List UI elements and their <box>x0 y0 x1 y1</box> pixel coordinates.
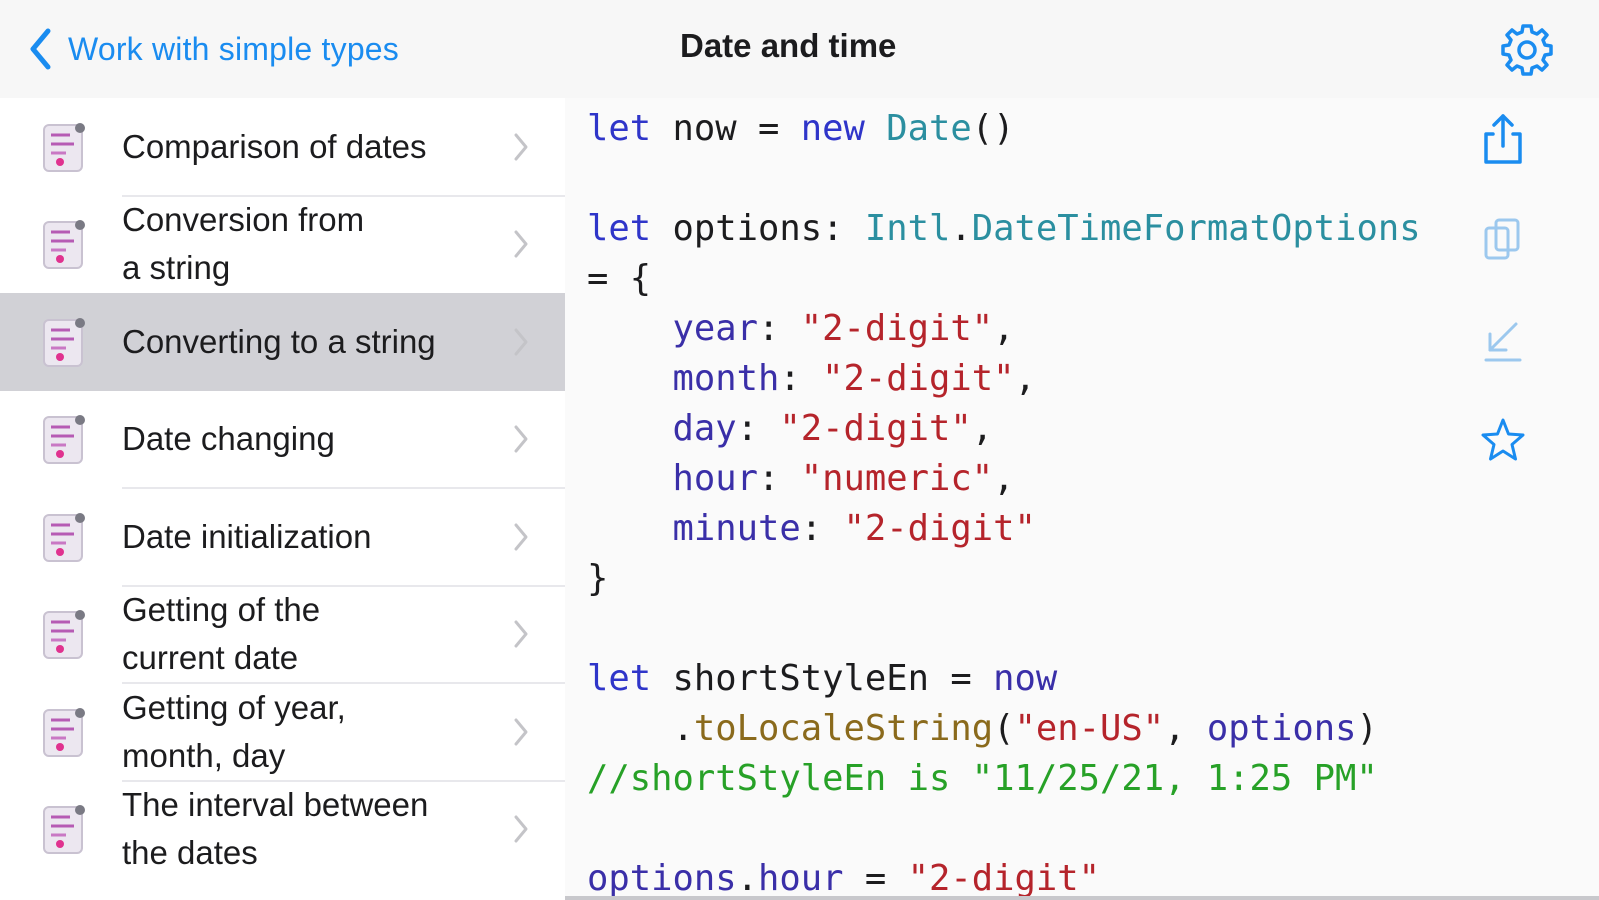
code-line: .toLocaleString("en-US", options) <box>587 708 1378 749</box>
chevron-right-icon <box>514 230 528 258</box>
star-icon[interactable] <box>1478 414 1528 468</box>
code-line: day: "2-digit", <box>672 408 994 449</box>
chevron-right-icon <box>514 718 528 746</box>
chevron-left-icon <box>30 28 51 70</box>
gear-icon[interactable] <box>1497 20 1557 80</box>
download-icon[interactable] <box>1478 314 1528 368</box>
code-line: let now = new Date() <box>587 108 1015 149</box>
topic-list: Comparison of dates Conversion from a str… <box>0 98 565 900</box>
share-icon[interactable] <box>1478 112 1528 166</box>
bottom-divider <box>565 896 1599 900</box>
code-file-icon <box>43 122 85 172</box>
code-line: = { <box>587 258 652 299</box>
list-item-label: Comparison of dates <box>122 127 427 165</box>
list-item-label: The interval between the dates <box>122 786 429 872</box>
code-file-icon <box>43 805 85 855</box>
list-item[interactable]: Date changing <box>0 391 565 489</box>
code-line: minute: "2-digit" <box>672 508 1036 549</box>
code-line: year: "2-digit", <box>672 308 1015 349</box>
list-item[interactable]: Conversion from a string <box>0 196 565 294</box>
code-line: //shortStyleEn is "11/25/21, 1:25 PM" <box>587 758 1378 799</box>
navigation-bar: Work with simple types Date and time <box>0 0 1599 98</box>
code-file-icon <box>43 512 85 562</box>
code-view[interactable]: let now = new Date() let options: Intl.D… <box>565 98 1599 900</box>
chevron-right-icon <box>514 328 528 356</box>
code-file-icon <box>43 610 85 660</box>
list-item[interactable]: The interval between the dates <box>0 781 565 879</box>
chevron-right-icon <box>514 133 528 161</box>
code-line: let options: Intl.DateTimeFormatOptions <box>587 208 1421 249</box>
code-line: let shortStyleEn = now <box>587 658 1058 699</box>
chevron-right-icon <box>514 815 528 843</box>
code-line: month: "2-digit", <box>672 358 1036 399</box>
list-item-label: Getting of year, month, day <box>122 688 346 774</box>
list-item[interactable]: Converting to a string <box>0 293 565 391</box>
code-file-icon <box>43 707 85 757</box>
list-item-label: Date changing <box>122 420 335 458</box>
code-text: let now = new Date() let options: Intl.D… <box>587 104 1421 900</box>
list-item-label: Date initialization <box>122 517 372 555</box>
code-file-icon <box>43 317 85 367</box>
list-item-label: Converting to a string <box>122 322 436 360</box>
page-title: Date and time <box>680 27 897 64</box>
code-line: hour: "numeric", <box>672 458 1015 499</box>
code-file-icon <box>43 415 85 465</box>
list-item[interactable]: Getting of year, month, day <box>0 683 565 781</box>
list-item[interactable]: Date initialization <box>0 488 565 586</box>
list-item[interactable]: Comparison of dates <box>0 98 565 196</box>
back-button-label: Work with simple types <box>68 30 400 67</box>
code-line: } <box>587 558 609 599</box>
list-item[interactable]: Getting of the current date <box>0 586 565 684</box>
code-line: options.hour = "2-digit" <box>587 858 1100 899</box>
back-button[interactable]: Work with simple types <box>28 24 399 74</box>
chevron-right-icon <box>514 620 528 648</box>
chevron-right-icon <box>514 523 528 551</box>
code-file-icon <box>43 220 85 270</box>
copy-icon[interactable] <box>1478 214 1528 268</box>
chevron-right-icon <box>514 425 528 453</box>
list-item-label: Conversion from a string <box>122 201 365 287</box>
list-item-label: Getting of the current date <box>122 591 321 677</box>
